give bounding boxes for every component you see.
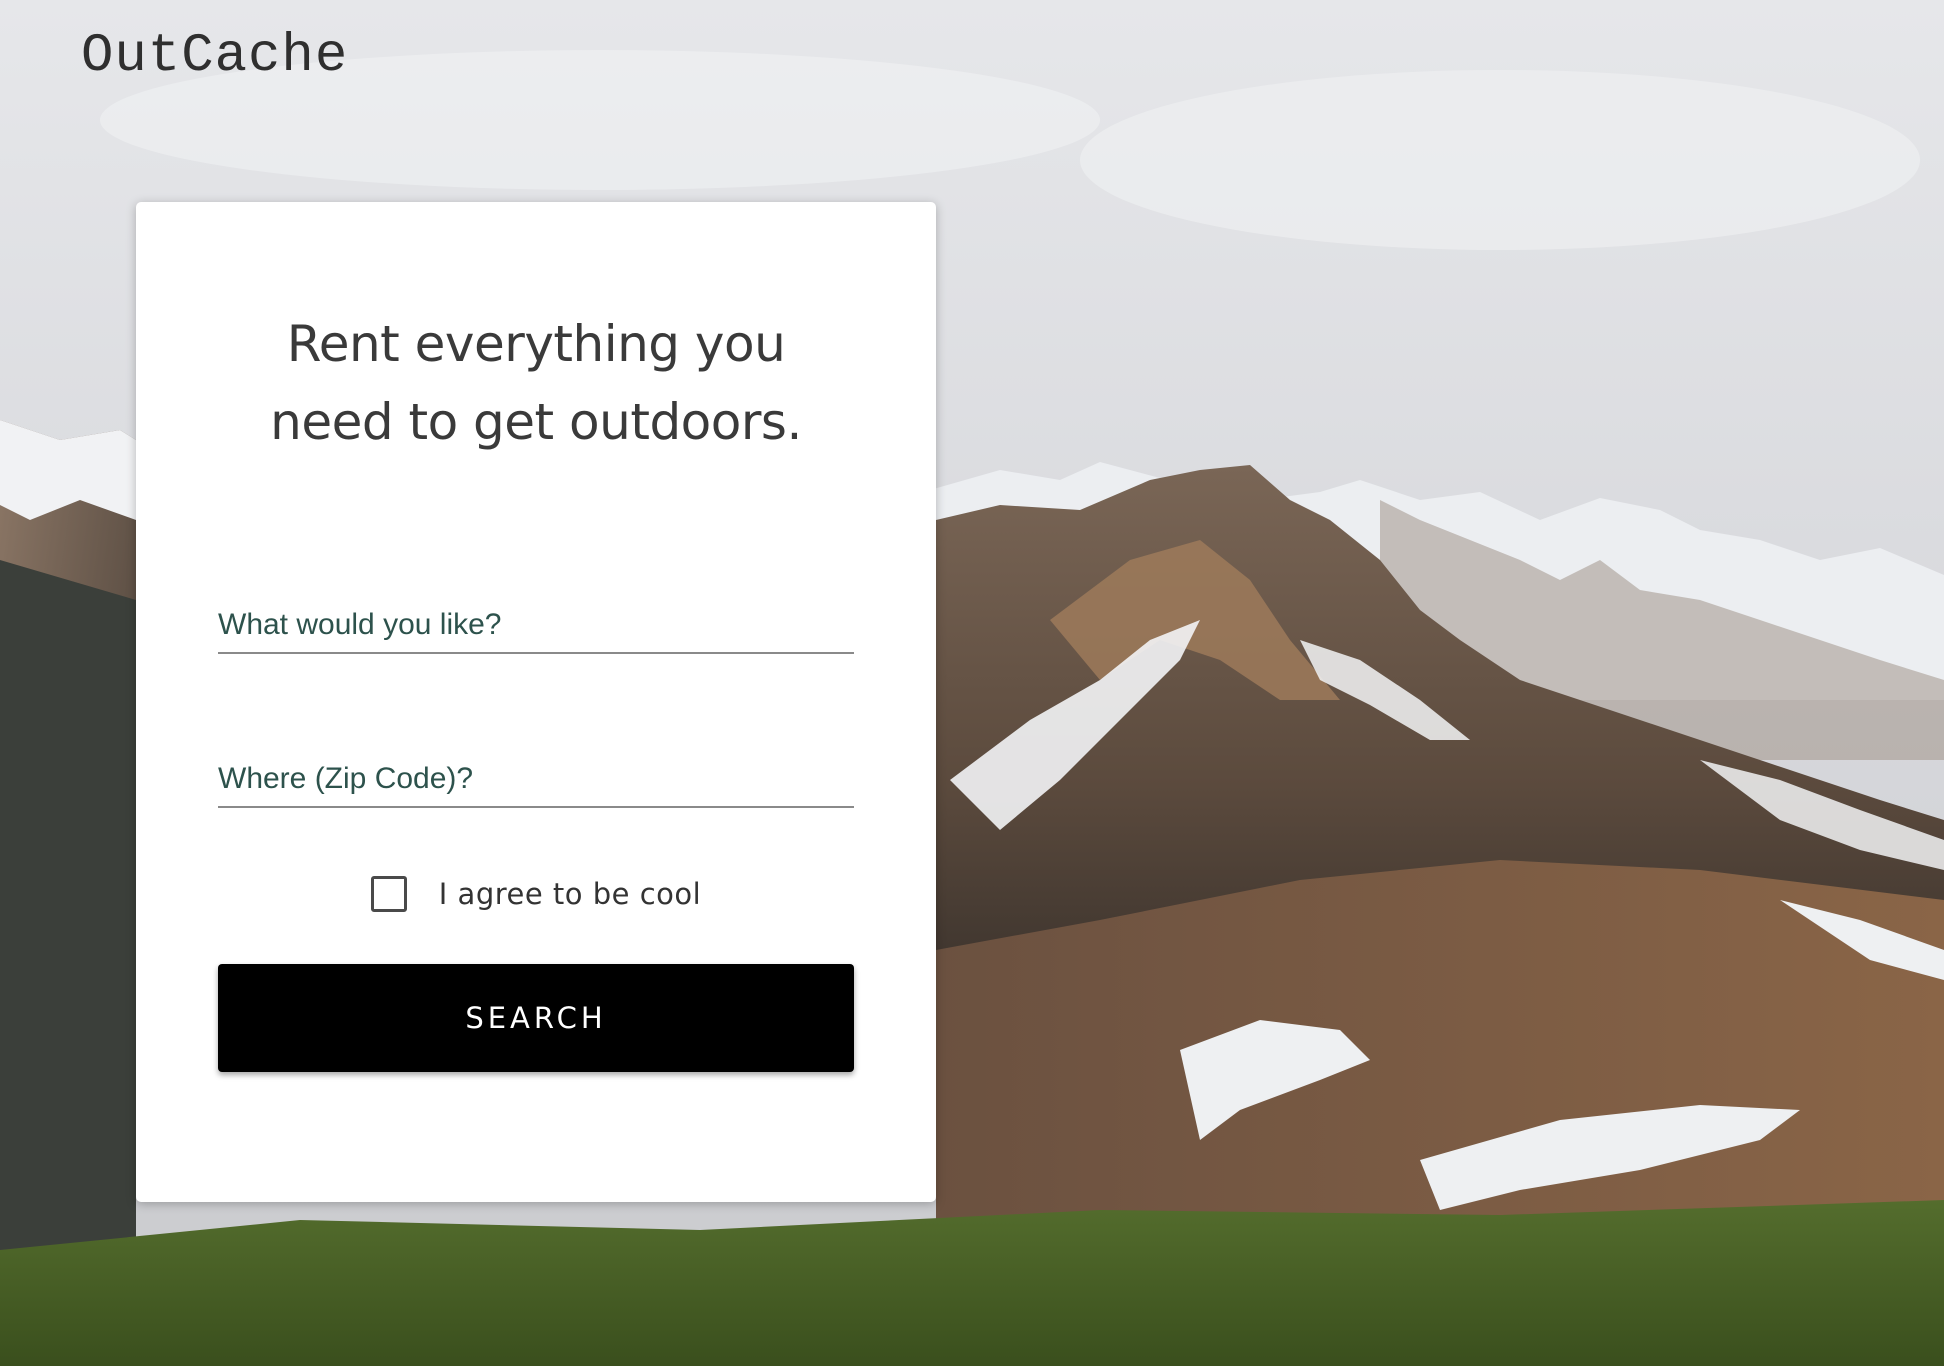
headline-line-1: Rent everything you (286, 315, 786, 373)
search-button[interactable]: SEARCH (218, 964, 854, 1072)
agree-label[interactable]: I agree to be cool (439, 877, 701, 911)
what-field (218, 582, 854, 654)
page: OutCache Rent everything you need to get… (0, 0, 1944, 1366)
search-card: Rent everything you need to get outdoors… (136, 202, 936, 1202)
agree-row: I agree to be cool (136, 870, 936, 918)
agree-checkbox[interactable] (370, 876, 407, 912)
headline-line-2: need to get outdoors. (270, 393, 802, 451)
page-headline: Rent everything you need to get outdoors… (176, 305, 896, 461)
what-input[interactable] (218, 608, 854, 642)
brand-logo[interactable]: OutCache (81, 26, 348, 87)
zip-code-input[interactable] (218, 762, 854, 796)
where-field (218, 736, 854, 808)
